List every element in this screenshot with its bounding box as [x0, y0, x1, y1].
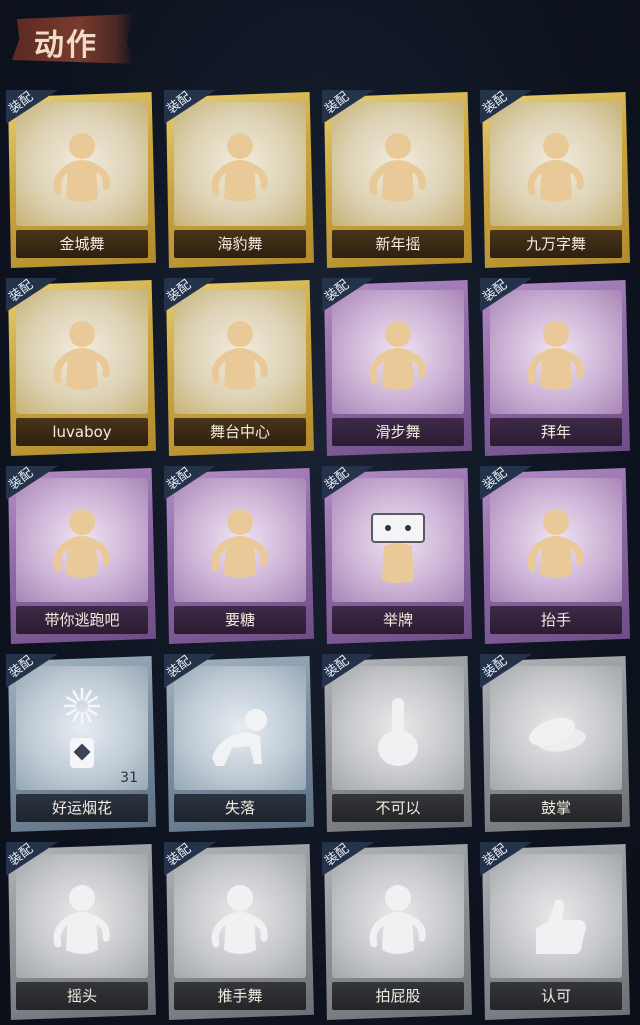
emote-label: 要糖	[224, 611, 255, 629]
reach-figure-icon	[190, 492, 290, 588]
emote-card[interactable]: 海豹舞 装配	[164, 89, 314, 268]
emote-label: 举牌	[382, 611, 413, 629]
dance-figure-icon	[32, 492, 132, 588]
equip-badge[interactable]: 装配	[164, 277, 216, 312]
emote-card[interactable]: 舞台中心 装配	[164, 277, 314, 456]
emote-card[interactable]: 摇头 装配	[6, 841, 156, 1020]
pat-figure-icon	[348, 868, 448, 964]
firework-icon	[32, 680, 132, 776]
emote-label: 金城舞	[59, 235, 105, 253]
equip-badge[interactable]: 装配	[480, 653, 532, 688]
emote-card[interactable]: 拍屁股 装配	[322, 841, 472, 1020]
wave-figure-icon	[506, 492, 606, 588]
equip-badge[interactable]: 装配	[480, 277, 532, 312]
emote-card[interactable]: 新年摇 装配	[322, 89, 472, 268]
equip-badge[interactable]: 装配	[164, 841, 216, 876]
emote-card[interactable]: 不可以 装配	[322, 653, 472, 832]
equip-badge[interactable]: 装配	[164, 89, 216, 124]
page-title: 动作	[34, 28, 98, 63]
dance-figure-icon	[348, 304, 448, 400]
equip-badge[interactable]: 装配	[322, 465, 374, 500]
dance-figure-icon	[190, 116, 290, 212]
finger-wag-icon	[348, 680, 448, 776]
equip-badge[interactable]: 装配	[6, 89, 58, 124]
equip-badge[interactable]: 装配	[6, 465, 58, 500]
emote-label: 抬手	[540, 611, 571, 629]
equip-badge[interactable]: 装配	[322, 653, 374, 688]
emote-label: 新年摇	[375, 235, 421, 253]
equip-badge[interactable]: 装配	[322, 841, 374, 876]
equip-badge[interactable]: 装配	[6, 841, 58, 876]
emote-label: 海豹舞	[217, 235, 263, 253]
greeting-figure-icon	[506, 304, 606, 400]
emote-card[interactable]: 抬手 装配	[480, 465, 630, 644]
equip-badge[interactable]: 装配	[322, 89, 374, 124]
emote-card[interactable]: 认可 装配	[480, 841, 630, 1020]
emote-label: 失落	[224, 799, 255, 817]
dance-figure-icon	[32, 304, 132, 400]
emote-card[interactable]: 失落 装配	[164, 653, 314, 832]
equip-badge[interactable]: 装配	[480, 465, 532, 500]
emote-label: 推手舞	[217, 987, 263, 1005]
equip-badge[interactable]: 装配	[480, 841, 532, 876]
emote-card[interactable]: 带你逃跑吧 装配	[6, 465, 156, 644]
equip-badge[interactable]: 装配	[480, 89, 532, 124]
equip-badge[interactable]: 装配	[6, 653, 58, 688]
emote-card[interactable]: 金城舞 装配	[6, 89, 156, 268]
emote-label: 拜年	[540, 423, 571, 441]
dance-figure-icon	[190, 304, 290, 400]
emote-label: 摇头	[66, 987, 97, 1005]
thumbs-up-icon	[506, 868, 606, 964]
equip-badge[interactable]: 装配	[164, 653, 216, 688]
emote-label: 带你逃跑吧	[44, 611, 120, 629]
emote-card[interactable]: luvaboy 装配	[6, 277, 156, 456]
dance-figure-icon	[348, 116, 448, 212]
dance-figure-icon	[190, 868, 290, 964]
emote-card[interactable]: 推手舞 装配	[164, 841, 314, 1020]
emote-card[interactable]: 九万字舞 装配	[480, 89, 630, 268]
emote-label: 认可	[540, 987, 571, 1005]
equip-badge[interactable]: 装配	[164, 465, 216, 500]
emote-card[interactable]: 滑步舞 装配	[322, 277, 472, 456]
emote-label: 好运烟花	[51, 799, 112, 817]
emote-label: 不可以	[375, 799, 421, 817]
emote-card[interactable]: 31 好运烟花 装配	[6, 653, 156, 832]
sign-figure-icon	[348, 492, 448, 588]
emote-label: 鼓掌	[540, 799, 571, 817]
clap-hands-icon	[506, 680, 606, 776]
crawl-figure-icon	[190, 680, 290, 776]
equip-badge[interactable]: 装配	[6, 277, 58, 312]
dance-figure-icon	[32, 116, 132, 212]
emote-label: 拍屁股	[375, 987, 421, 1005]
dance-figure-icon	[506, 116, 606, 212]
emote-label: luvaboy	[52, 423, 112, 441]
emote-card[interactable]: 拜年 装配	[480, 277, 630, 456]
emote-card[interactable]: 鼓掌 装配	[480, 653, 630, 832]
equip-badge[interactable]: 装配	[322, 277, 374, 312]
shake-figure-icon	[32, 868, 132, 964]
emote-label: 舞台中心	[209, 423, 270, 441]
emote-card[interactable]: 要糖 装配	[164, 465, 314, 644]
item-count: 31	[120, 770, 138, 786]
emote-card[interactable]: 举牌 装配	[322, 465, 472, 644]
emote-label: 滑步舞	[375, 423, 421, 441]
header: 动作	[0, 0, 640, 80]
emote-label: 九万字舞	[525, 235, 586, 253]
